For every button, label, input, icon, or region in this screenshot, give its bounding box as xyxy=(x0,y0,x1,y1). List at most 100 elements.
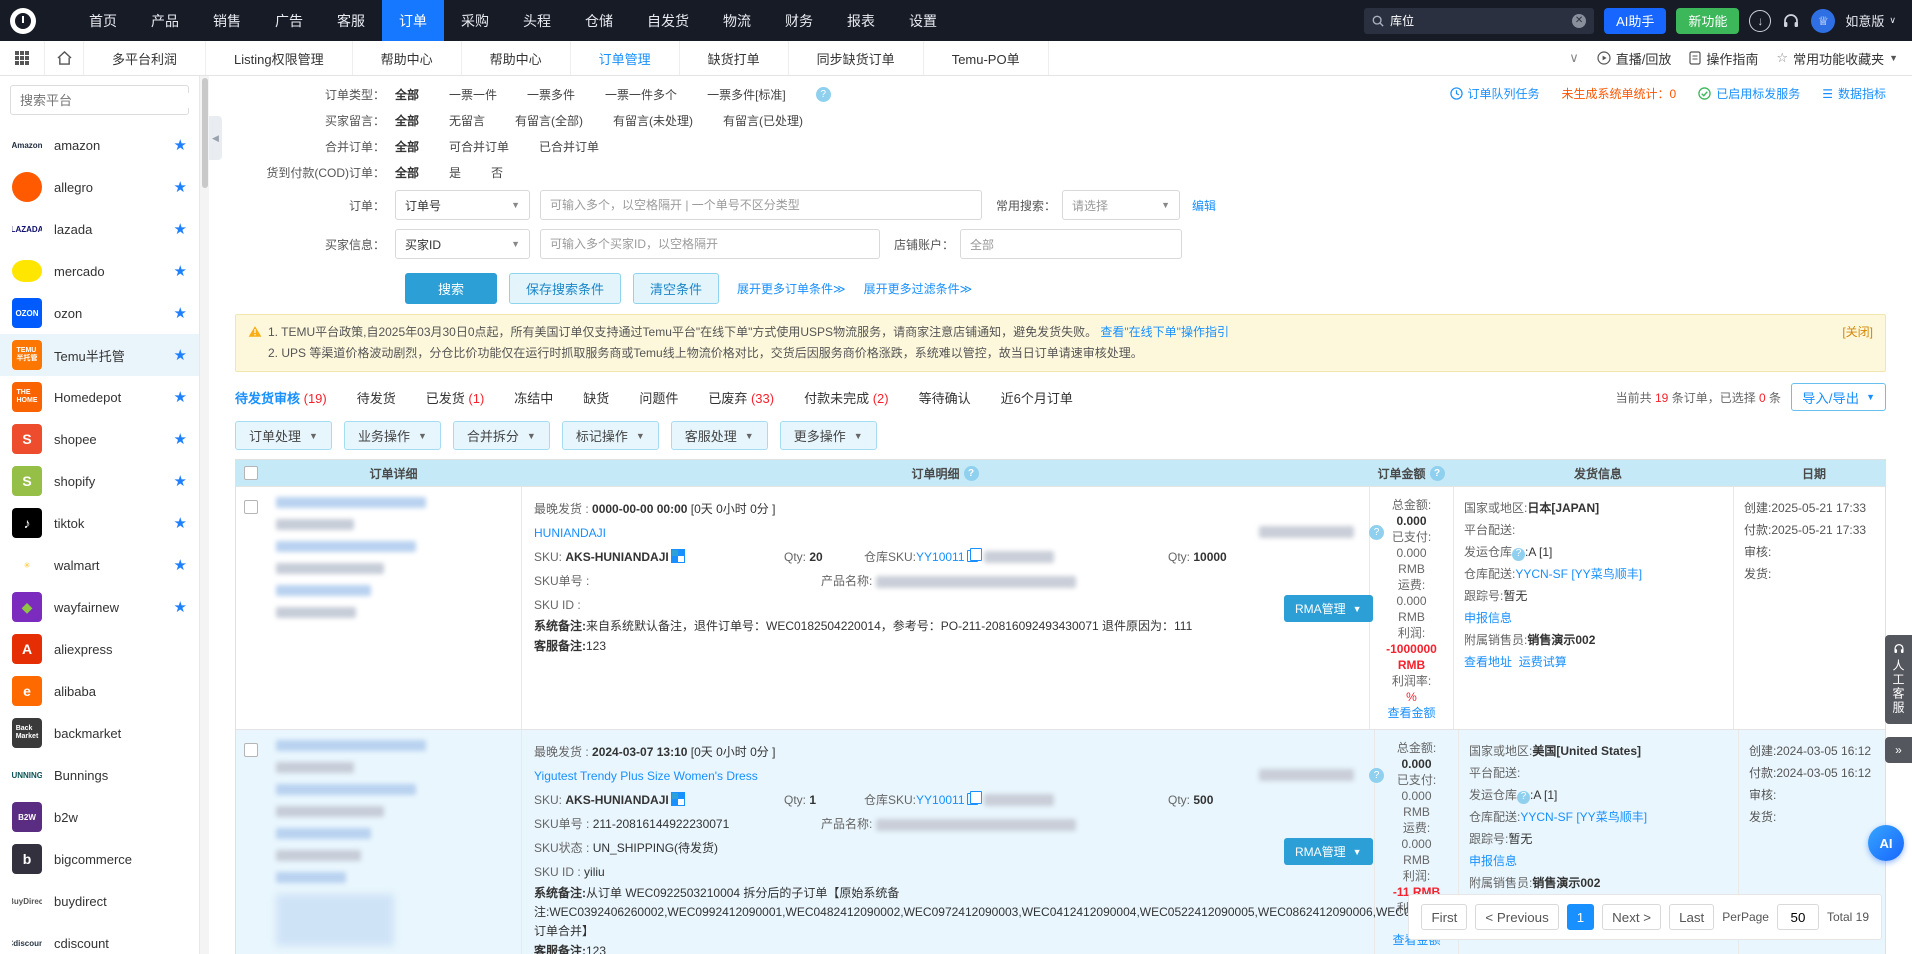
action-button-3[interactable]: 标记操作▼ xyxy=(562,421,659,450)
filter-option[interactable]: 全部 xyxy=(395,86,419,103)
star-icon[interactable]: ★ xyxy=(174,388,187,406)
platform-search-input[interactable] xyxy=(20,93,196,108)
notice-guide-link[interactable]: 查看"在线下单"操作指引 xyxy=(1100,325,1229,339)
page-number-button[interactable]: 1 xyxy=(1567,904,1594,930)
page-first-button[interactable]: First xyxy=(1421,904,1467,930)
sidebar-scrollbar[interactable] xyxy=(200,76,209,954)
buyer-id-input[interactable] xyxy=(540,229,880,259)
filter-option[interactable]: 是 xyxy=(449,164,461,181)
copy-icon[interactable] xyxy=(967,550,978,562)
star-icon[interactable]: ★ xyxy=(174,472,187,490)
action-button-1[interactable]: 业务操作▼ xyxy=(344,421,441,450)
help-icon[interactable]: ? xyxy=(1517,791,1530,804)
action-button-5[interactable]: 更多操作▼ xyxy=(780,421,877,450)
download-icon[interactable]: ↓ xyxy=(1749,10,1771,32)
action-button-4[interactable]: 客服处理▼ xyxy=(671,421,768,450)
main-menu-item-10[interactable]: 物流 xyxy=(706,0,768,41)
clear-conditions-button[interactable]: 清空条件 xyxy=(633,273,719,304)
sidebar-platform-Bunnings[interactable]: BUNNINGS Bunnings xyxy=(0,754,199,796)
filter-option[interactable]: 全部 xyxy=(395,112,419,129)
filter-option[interactable]: 有留言(未处理) xyxy=(613,112,693,129)
warehouse-delivery-link[interactable]: YYCN-SF [YY菜鸟顺丰] xyxy=(1515,567,1642,581)
product-title-link[interactable]: HUNIANDAJI xyxy=(534,526,606,540)
status-tab-5[interactable]: 问题件 xyxy=(639,388,678,407)
filter-option[interactable]: 一票一件多个 xyxy=(605,86,677,103)
star-icon[interactable]: ★ xyxy=(174,598,187,616)
main-menu-item-4[interactable]: 客服 xyxy=(320,0,382,41)
more-filter-conditions-link[interactable]: 展开更多过滤条件≫ xyxy=(864,280,973,297)
star-icon[interactable]: ★ xyxy=(174,136,187,154)
status-tab-7[interactable]: 付款未完成 (2) xyxy=(804,388,889,407)
ai-floating-button[interactable]: AI xyxy=(1868,825,1904,861)
main-menu-item-0[interactable]: 首页 xyxy=(72,0,134,41)
version-switcher[interactable]: 如意版∨ xyxy=(1845,11,1896,30)
order-number-type-select[interactable]: 订单号▼ xyxy=(395,190,530,220)
status-tab-3[interactable]: 冻结中 xyxy=(514,388,553,407)
status-tab-8[interactable]: 等待确认 xyxy=(919,388,971,407)
help-icon[interactable]: ? xyxy=(964,466,979,481)
main-menu-item-1[interactable]: 产品 xyxy=(134,0,196,41)
sidebar-platform-amazon[interactable]: Amazon amazon ★ xyxy=(0,124,199,166)
filter-option[interactable]: 可合并订单 xyxy=(449,138,509,155)
filter-option[interactable]: 一票多件 xyxy=(527,86,575,103)
star-icon[interactable]: ★ xyxy=(174,262,187,280)
status-tab-9[interactable]: 近6个月订单 xyxy=(1001,388,1073,407)
more-order-conditions-link[interactable]: 展开更多订单条件≫ xyxy=(737,280,846,297)
declare-info-link[interactable]: 申报信息 xyxy=(1464,611,1512,625)
sidebar-platform-cdiscount[interactable]: Cdiscount cdiscount xyxy=(0,922,199,954)
page-tab-3[interactable]: 帮助中心 xyxy=(462,41,571,75)
help-icon[interactable]: ? xyxy=(1369,768,1384,783)
sidebar-platform-buydirect[interactable]: BuyDirect buydirect xyxy=(0,880,199,922)
shop-account-input[interactable] xyxy=(960,229,1182,259)
main-menu-item-7[interactable]: 头程 xyxy=(506,0,568,41)
action-button-2[interactable]: 合并拆分▼ xyxy=(453,421,550,450)
page-tab-0[interactable]: 多平台利润 xyxy=(84,41,206,75)
filter-option[interactable]: 全部 xyxy=(395,138,419,155)
tagging-service-link[interactable]: 已启用标发服务 xyxy=(1698,85,1800,102)
sidebar-platform-mercado[interactable]: mercado ★ xyxy=(0,250,199,292)
clear-search-icon[interactable]: ✕ xyxy=(1572,14,1586,28)
new-features-button[interactable]: 新功能 xyxy=(1676,8,1739,34)
page-next-button[interactable]: Next > xyxy=(1602,904,1661,930)
page-tab-6[interactable]: 同步缺货订单 xyxy=(789,41,924,75)
filter-option[interactable]: 有留言(全部) xyxy=(515,112,583,129)
main-menu-item-11[interactable]: 财务 xyxy=(768,0,830,41)
sidebar-platform-Temu半托管[interactable]: TEMU半托管 Temu半托管 ★ xyxy=(0,334,199,376)
import-export-button[interactable]: 导入/导出▼ xyxy=(1791,383,1886,411)
page-tab-1[interactable]: Listing权限管理 xyxy=(206,41,353,75)
main-menu-item-13[interactable]: 设置 xyxy=(892,0,954,41)
warehouse-delivery-link[interactable]: YYCN-SF [YY菜鸟顺丰] xyxy=(1520,810,1647,824)
sidebar-platform-shopify[interactable]: S shopify ★ xyxy=(0,460,199,502)
page-tab-2[interactable]: 帮助中心 xyxy=(353,41,462,75)
main-menu-item-8[interactable]: 仓储 xyxy=(568,0,630,41)
page-last-button[interactable]: Last xyxy=(1669,904,1714,930)
notice-close-link[interactable]: [关闭] xyxy=(1842,322,1873,343)
sidebar-platform-shopee[interactable]: S shopee ★ xyxy=(0,418,199,460)
help-icon[interactable]: ? xyxy=(1369,525,1384,540)
warehouse-sku-link[interactable]: YY10011 xyxy=(916,793,965,807)
home-icon[interactable] xyxy=(44,41,84,75)
filter-option[interactable]: 已合并订单 xyxy=(539,138,599,155)
sidebar-platform-ozon[interactable]: OZON ozon ★ xyxy=(0,292,199,334)
collapse-filter-handle[interactable]: ◀ xyxy=(209,116,222,160)
bundle-sku-icon[interactable] xyxy=(672,550,684,562)
help-icon[interactable]: ? xyxy=(1512,548,1525,561)
guide-link[interactable]: 操作指南 xyxy=(1689,49,1758,68)
view-address-link[interactable]: 查看地址 xyxy=(1464,655,1512,669)
freight-calc-link[interactable]: 运费试算 xyxy=(1519,655,1567,669)
tabs-overflow-chevron[interactable]: ∨ xyxy=(1569,50,1579,66)
status-tab-4[interactable]: 缺货 xyxy=(583,388,609,407)
main-menu-item-2[interactable]: 销售 xyxy=(196,0,258,41)
app-logo[interactable] xyxy=(0,0,46,41)
star-icon[interactable]: ★ xyxy=(174,304,187,322)
page-prev-button[interactable]: < Previous xyxy=(1475,904,1558,930)
filter-option[interactable]: 一票多件[标准] xyxy=(707,86,786,103)
star-icon[interactable]: ★ xyxy=(174,556,187,574)
avatar[interactable]: ♕ xyxy=(1811,9,1835,33)
main-menu-item-3[interactable]: 广告 xyxy=(258,0,320,41)
sidebar-platform-b2w[interactable]: B2W b2w xyxy=(0,796,199,838)
star-icon[interactable]: ★ xyxy=(174,346,187,364)
page-tab-7[interactable]: Temu-PO单 xyxy=(924,41,1049,75)
sidebar-platform-tiktok[interactable]: ♪ tiktok ★ xyxy=(0,502,199,544)
sidebar-platform-walmart[interactable]: ✳ walmart ★ xyxy=(0,544,199,586)
